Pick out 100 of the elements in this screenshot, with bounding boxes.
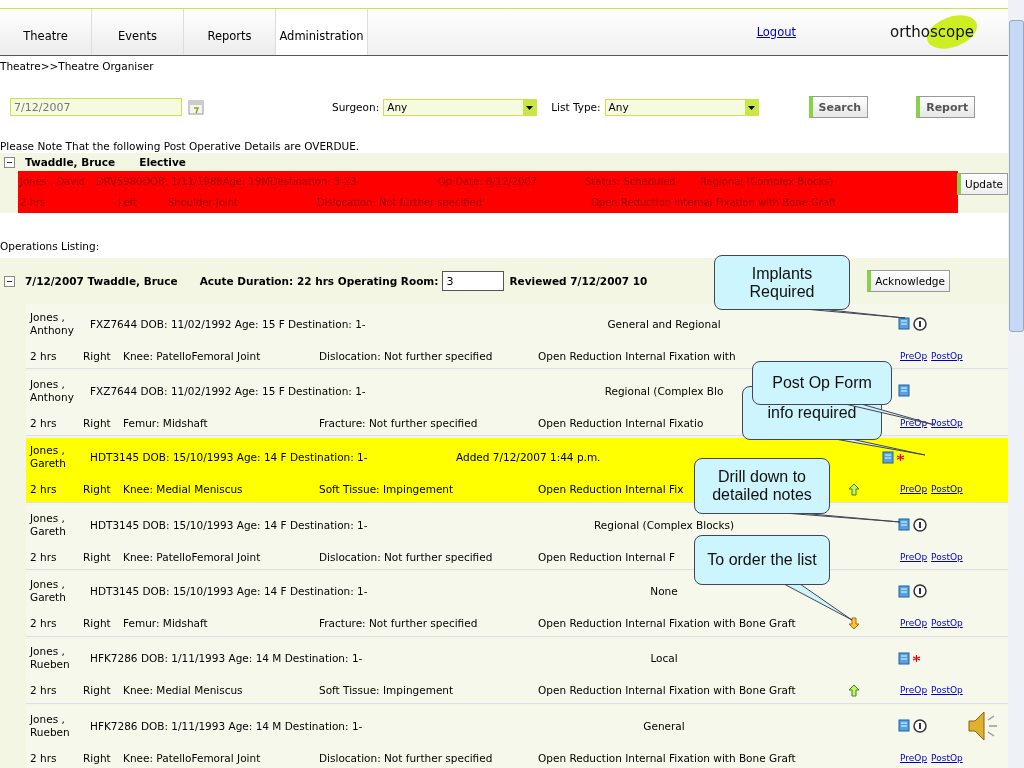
preop-link[interactable]: PreOp	[900, 618, 928, 629]
procedure: Open Reduction Internal Fixation with Bone Graft	[538, 617, 796, 630]
caret-icon[interactable]	[523, 99, 537, 115]
anaesthesia: General and Regional	[607, 317, 721, 330]
duration: 2 hrs	[30, 416, 57, 429]
operation-row[interactable]: Jones , Rueben HFK7286 DOB: 1/11/1993 Age: 14 M Destination: 1- Local 2 hrs Right Knee: Medial Meniscus Soft Tissue: Impingement Open Reduction Internal Fixation with Bone Graft PreOp PostOp	[26, 639, 1008, 704]
anaesthesia: General	[643, 719, 685, 732]
collapse-icon[interactable]	[4, 156, 15, 168]
notes-icon[interactable]	[898, 651, 910, 665]
postop-link[interactable]: PostOp	[931, 350, 963, 361]
procedure: Open Reduction Internal F	[538, 550, 676, 563]
operation-row[interactable]	[26, 505, 1008, 570]
site: Shoulder Joint	[168, 197, 238, 208]
down-arrow-icon[interactable]	[848, 616, 860, 630]
postop-link[interactable]: PostOp	[931, 618, 963, 629]
procedure: Open Reduction Internal Fix	[538, 483, 684, 496]
diagnosis: Dislocation: Not further specified	[319, 550, 493, 563]
site: Knee: PatelloFemoral Joint	[123, 550, 261, 563]
logout-link[interactable]: Logout	[756, 25, 796, 39]
postop-link[interactable]: PostOp	[931, 484, 963, 495]
site: Femur: Midshaft	[123, 416, 208, 429]
operation-row[interactable]	[26, 706, 1008, 768]
info-icon[interactable]	[913, 718, 927, 733]
notes-icon[interactable]	[898, 317, 910, 330]
diagnosis: Fracture: Not further specified	[319, 617, 478, 630]
patient-name: Jones , Rueben	[30, 645, 71, 672]
group-surgeon: Twaddle, Bruce	[25, 156, 116, 168]
info-icon[interactable]	[913, 584, 927, 599]
nav-tab[interactable]: Administration	[276, 9, 368, 55]
postop-link[interactable]: PostOp	[931, 551, 963, 562]
preop-link[interactable]: PreOp	[900, 484, 928, 495]
preop-link[interactable]: PreOp	[900, 350, 928, 361]
patient-name: Jones , Gareth	[30, 444, 67, 471]
duration: 2 hrs	[30, 349, 57, 362]
site: Knee: PatelloFemoral Joint	[123, 349, 261, 362]
diagnosis: Soft Tissue: Impingement	[319, 483, 454, 496]
surgeon-dropdown[interactable]: Any	[383, 98, 538, 116]
list-type-dropdown[interactable]: Any	[604, 98, 759, 116]
scrollbar[interactable]	[1008, 0, 1024, 768]
notes-icon[interactable]	[898, 584, 910, 598]
duration: 2 hrs	[30, 751, 57, 764]
duration: 2 hrs	[30, 550, 57, 563]
up-arrow-icon[interactable]	[848, 482, 860, 496]
side: Left	[118, 197, 137, 208]
diagnosis: Dislocation: Not further specified	[317, 197, 483, 208]
list-type-label: List Type:	[551, 101, 601, 113]
nav-tab[interactable]: Reports	[184, 9, 276, 55]
side: Right	[83, 483, 111, 496]
procedure: Open Reduction Internal Fixation with	[538, 349, 736, 362]
update-button[interactable]: Update	[956, 173, 1008, 195]
date-field[interactable]: 7/12/2007	[10, 98, 182, 116]
operation-row[interactable]	[26, 304, 1008, 369]
overdue-notice: Please Note That the following Post Operative Details are OVERDUE.	[0, 140, 360, 152]
patient-details: HDT3145 DOB: 15/10/1993 Age: 14 F Destination: 1-	[90, 518, 368, 531]
notes-icon[interactable]	[898, 518, 910, 531]
patient-name: Jones , Anthony	[30, 377, 75, 404]
breadcrumb: Theatre>>Theatre Organiser	[0, 60, 154, 72]
room-field[interactable]: 3	[442, 271, 505, 291]
collapse-icon[interactable]	[4, 275, 15, 287]
postop-link[interactable]: PostOp	[931, 752, 963, 763]
diagnosis: Soft Tissue: Impingement	[319, 684, 454, 697]
postop-link[interactable]: PostOp	[931, 685, 963, 696]
postop-link[interactable]: PostOp	[931, 417, 963, 428]
nav-tab[interactable]: Theatre	[0, 9, 92, 55]
notes-icon[interactable]	[882, 450, 894, 464]
patient-name: Jones , Anthony	[30, 310, 75, 337]
procedure: Open Reduction Internal Fixation with Bone Graft	[538, 684, 796, 697]
side: Right	[83, 751, 111, 764]
nav-tab[interactable]: Events	[92, 9, 184, 55]
diagnosis: Dislocation: Not further specified	[319, 349, 493, 362]
anaesthesia: None	[650, 585, 678, 598]
preop-link[interactable]: PreOp	[900, 752, 928, 763]
anaesthesia: Local	[650, 652, 678, 665]
review-status: Reviewed 7/12/2007 10	[509, 275, 648, 287]
list-duration: Acute Duration: 22 hrs Operating Room:	[199, 275, 439, 287]
report-button[interactable]: Report	[916, 96, 976, 118]
preop-link[interactable]: PreOp	[900, 551, 928, 562]
op-date: Op Date: 6/12/2007	[438, 176, 538, 187]
section-title: Operations Listing:	[0, 240, 100, 252]
operation-row[interactable]: Jones , Gareth HDT3145 DOB: 15/10/1993 Age: 14 F Destination: 1- None 2 hrs Right Femur: Midshaft Fracture: Not further specified Open Reduction Internal Fixation with Bone Graft PreOp PostOp	[26, 572, 1008, 637]
duration: 2 hrs	[30, 483, 57, 496]
notes-icon[interactable]	[898, 384, 910, 397]
surgeon-label: Surgeon:	[332, 101, 380, 113]
anaesthesia: Regional (Complex Blocks)	[700, 176, 834, 187]
side: Right	[83, 684, 111, 697]
info-icon[interactable]	[913, 517, 927, 532]
patient-name: Jones , David	[20, 176, 86, 187]
acknowledge-button[interactable]: Acknowledge	[867, 270, 950, 292]
added-note: Added 7/12/2007 1:44 p.m.	[456, 451, 601, 464]
search-button[interactable]: Search	[808, 96, 869, 118]
callout-pointer	[783, 583, 853, 621]
diagnosis: Dislocation: Not further specified	[319, 751, 493, 764]
preop-link[interactable]: PreOp	[900, 685, 928, 696]
notes-icon[interactable]	[898, 719, 910, 732]
up-arrow-icon[interactable]	[848, 683, 860, 697]
preop-link[interactable]: PreOp	[900, 417, 928, 428]
list-heading: 7/12/2007 Twaddle, Bruce	[25, 275, 178, 287]
info-icon[interactable]	[913, 316, 927, 331]
caret-icon[interactable]	[744, 99, 758, 115]
duration: 2 hrs	[30, 684, 57, 697]
